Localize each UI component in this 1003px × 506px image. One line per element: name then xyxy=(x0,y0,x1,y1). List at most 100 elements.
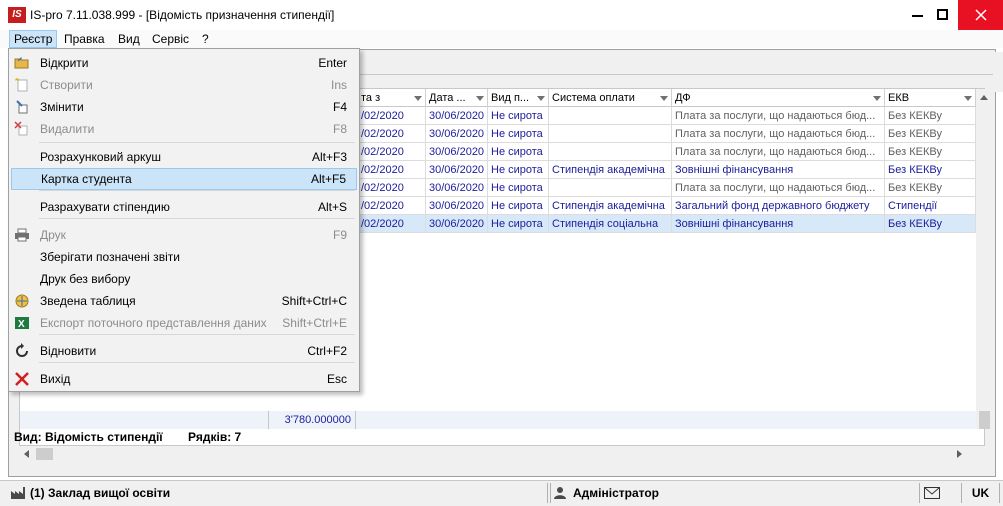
menu-item-5[interactable]: Розрахунковий аркуш Alt+F3 xyxy=(11,146,357,168)
menu-item-6[interactable]: Картка студента Alt+F5 xyxy=(11,168,357,190)
dropdown-arrow-icon[interactable] xyxy=(414,96,422,101)
menu-view[interactable]: Вид xyxy=(114,30,144,48)
cell-ekv[interactable]: Без КЕКВу xyxy=(885,107,976,125)
cell-payment-system[interactable] xyxy=(549,107,672,125)
cell-date-to[interactable]: 30/06/2020 xyxy=(426,197,488,215)
maximize-button[interactable] xyxy=(930,0,960,30)
cell-date-from[interactable]: /02/2020 xyxy=(358,107,426,125)
cell-date-from[interactable]: /02/2020 xyxy=(358,125,426,143)
menu-item-1[interactable]: Відкрити Enter xyxy=(11,52,357,74)
cell-payment-system[interactable]: Стипендія соціальна xyxy=(549,215,672,233)
cell-date-to[interactable]: 30/06/2020 xyxy=(426,179,488,197)
cell-df[interactable]: Зовнішні фінансування xyxy=(672,161,885,179)
menu-item-3[interactable]: Змінити F4 xyxy=(11,96,357,118)
cell-kind[interactable]: Не сирота xyxy=(488,197,549,215)
menu-item-12[interactable]: X Експорт поточного представлення даних Sh… xyxy=(11,312,357,334)
cell-date-to[interactable]: 30/06/2020 xyxy=(426,215,488,233)
delete-icon xyxy=(14,121,30,137)
user-icon xyxy=(554,487,566,499)
menu-item-4[interactable]: Видалити F8 xyxy=(11,118,357,140)
menu-item-2[interactable]: Створити Ins xyxy=(11,74,357,96)
cell-df[interactable]: Плата за послуги, що надаються бюд... xyxy=(672,107,885,125)
dropdown-arrow-icon[interactable] xyxy=(873,96,881,101)
cell-date-to[interactable]: 30/06/2020 xyxy=(426,125,488,143)
menu-item-9[interactable]: Зберігати позначені звіти xyxy=(11,246,357,268)
cell-ekv[interactable]: Без КЕКВу xyxy=(885,143,976,161)
mail-icon xyxy=(924,487,940,499)
cell-kind[interactable]: Не сирота xyxy=(488,125,549,143)
cell-date-from[interactable]: /02/2020 xyxy=(358,215,426,233)
column-header-df[interactable]: ДФ xyxy=(672,89,885,107)
menu-item-label: Відкрити xyxy=(40,56,89,70)
menu-registry[interactable]: Реєстр xyxy=(9,30,58,48)
column-header-kind[interactable]: Вид п... xyxy=(488,89,549,107)
menu-item-14[interactable]: Вихід Esc xyxy=(11,368,357,390)
menu-item-10[interactable]: Друк без вибору xyxy=(11,268,357,290)
cell-ekv[interactable]: Без КЕКВу xyxy=(885,215,976,233)
cell-payment-system[interactable]: Стипендія академічна xyxy=(549,161,672,179)
cell-df[interactable]: Плата за послуги, що надаються бюд... xyxy=(672,125,885,143)
cell-ekv[interactable]: Стипендії xyxy=(885,197,976,215)
column-header-date-from[interactable]: та з xyxy=(358,89,426,107)
cell-df[interactable]: Зовнішні фінансування xyxy=(672,215,885,233)
menu-item-shortcut: Alt+F5 xyxy=(310,172,346,186)
scroll-up-icon[interactable] xyxy=(980,95,988,100)
grid-vertical-scrollbar[interactable] xyxy=(976,89,993,429)
cell-date-to[interactable]: 30/06/2020 xyxy=(426,107,488,125)
edit-icon xyxy=(14,99,30,115)
cell-kind[interactable]: Не сирота xyxy=(488,107,549,125)
close-button[interactable] xyxy=(958,0,1003,30)
cell-payment-system[interactable] xyxy=(549,143,672,161)
column-label: Вид п... xyxy=(491,92,530,104)
minimize-button[interactable] xyxy=(903,0,933,30)
cell-payment-system[interactable]: Стипендія академічна xyxy=(549,197,672,215)
title-bar: IS IS-pro 7.11.038.999 - [Відомість приз… xyxy=(0,0,1003,30)
scroll-left-icon[interactable] xyxy=(24,450,29,458)
cell-kind[interactable]: Не сирота xyxy=(488,215,549,233)
menu-item-label: Картка студента xyxy=(41,172,132,186)
language-indicator[interactable]: UK xyxy=(962,483,1000,503)
status-user[interactable]: Адміністратор xyxy=(550,483,920,503)
menu-item-13[interactable]: Відновити Ctrl+F2 xyxy=(11,340,357,362)
cell-df[interactable]: Плата за послуги, що надаються бюд... xyxy=(672,179,885,197)
open-icon xyxy=(14,55,30,71)
cell-kind[interactable]: Не сирота xyxy=(488,161,549,179)
column-header-payment-system[interactable]: Система оплати xyxy=(549,89,672,107)
cell-ekv[interactable]: Без КЕКВу xyxy=(885,125,976,143)
scroll-thumb[interactable] xyxy=(979,411,990,429)
cell-date-from[interactable]: /02/2020 xyxy=(358,143,426,161)
cell-date-from[interactable]: /02/2020 xyxy=(358,161,426,179)
cell-date-from[interactable]: /02/2020 xyxy=(358,197,426,215)
dropdown-arrow-icon[interactable] xyxy=(476,96,484,101)
status-organization[interactable]: (1) Заклад вищої освіти xyxy=(8,483,548,503)
menu-service[interactable]: Сервіс xyxy=(148,30,193,48)
dropdown-arrow-icon[interactable] xyxy=(964,96,972,101)
horizontal-scrollbar[interactable] xyxy=(20,446,966,462)
cell-date-to[interactable]: 30/06/2020 xyxy=(426,143,488,161)
menu-item-11[interactable]: Зведена таблиця Shift+Ctrl+C xyxy=(11,290,357,312)
cell-df[interactable]: Загальний фонд державного бюджету xyxy=(672,197,885,215)
scroll-right-icon[interactable] xyxy=(957,450,962,458)
dropdown-arrow-icon[interactable] xyxy=(660,96,668,101)
cell-kind[interactable]: Не сирота xyxy=(488,179,549,197)
cell-df[interactable]: Плата за послуги, що надаються бюд... xyxy=(672,143,885,161)
dropdown-arrow-icon[interactable] xyxy=(537,96,545,101)
status-mail[interactable] xyxy=(920,483,962,503)
cell-payment-system[interactable] xyxy=(549,179,672,197)
cell-date-from[interactable]: /02/2020 xyxy=(358,179,426,197)
column-header-date-to[interactable]: Дата ... xyxy=(426,89,488,107)
cell-ekv[interactable]: Без КЕКВу xyxy=(885,179,976,197)
cell-ekv[interactable]: Без КЕКВу xyxy=(885,161,976,179)
column-header-ekv[interactable]: ЕКВ xyxy=(885,89,976,107)
menu-item-label: Експорт поточного представлення даних xyxy=(40,316,267,330)
cell-payment-system[interactable] xyxy=(549,125,672,143)
menu-edit[interactable]: Правка xyxy=(60,30,109,48)
scroll-thumb[interactable] xyxy=(36,448,53,460)
grid-total-value: 3'780.000000 xyxy=(268,411,356,429)
menu-item-7[interactable]: Разрахувати стіпендию Alt+S xyxy=(11,196,357,218)
menu-item-8[interactable]: Друк F9 xyxy=(11,224,357,246)
cell-date-to[interactable]: 30/06/2020 xyxy=(426,161,488,179)
menu-help[interactable]: ? xyxy=(198,30,213,48)
status-bar: (1) Заклад вищої освіти Адміністратор UK xyxy=(0,480,1003,506)
cell-kind[interactable]: Не сирота xyxy=(488,143,549,161)
